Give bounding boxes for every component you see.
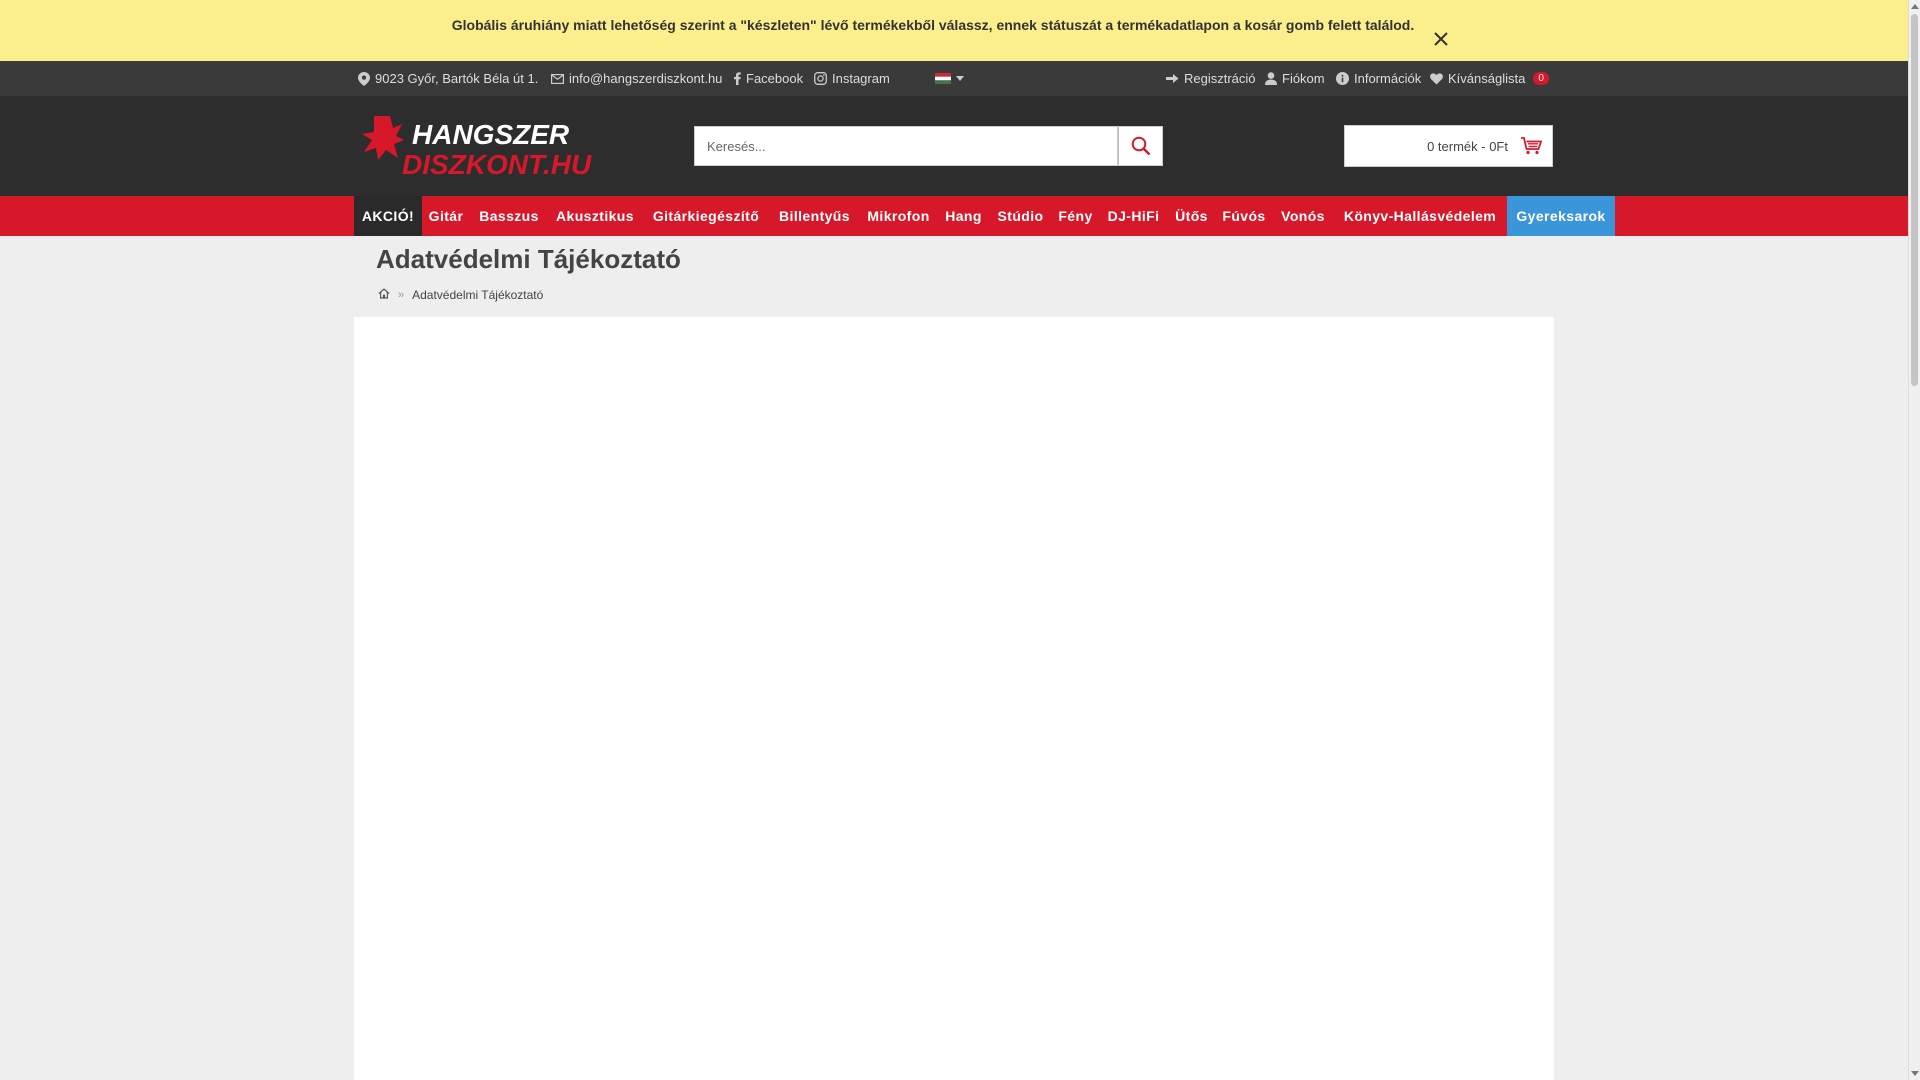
search-icon (1131, 136, 1150, 156)
wishlist-text: Kívánságlista (1448, 71, 1526, 86)
nav-item-feny[interactable]: Fény (1052, 196, 1099, 236)
nav-item-studio[interactable]: Stúdio (989, 196, 1052, 236)
cart-button[interactable]: 0 termék - 0Ft (1344, 125, 1553, 167)
caret-down-icon (956, 76, 964, 81)
nav-item-billentyus[interactable]: Billentyűs (770, 196, 859, 236)
info-circle-icon (1336, 72, 1349, 85)
nav-item-basszus[interactable]: Basszus (470, 196, 548, 236)
scroll-thumb[interactable] (1911, 14, 1918, 386)
nav-item-mikrofon[interactable]: Mikrofon (859, 196, 938, 236)
sign-in-arrow-icon (1166, 74, 1179, 83)
search-input[interactable] (694, 126, 1118, 166)
instagram-text: Instagram (832, 71, 890, 86)
facebook-icon (734, 72, 741, 85)
email-text: info@hangszerdiszkont.hu (569, 71, 723, 86)
nav-item-akcio[interactable]: AKCIÓ! (354, 196, 422, 236)
facebook-text: Facebook (746, 71, 804, 86)
page-scrollbar[interactable] (1908, 0, 1920, 1080)
instagram-icon (814, 72, 827, 85)
nav-item-vonos[interactable]: Vonós (1273, 196, 1333, 236)
site-logo[interactable]: HANGSZER DISZKONT.HU (360, 114, 670, 180)
page-title: Adatvédelmi Tájékoztató (376, 244, 681, 274)
category-nav: AKCIÓ! Gitár Basszus Akusztikus Gitárkie… (0, 196, 1908, 236)
breadcrumb-separator: » (398, 289, 405, 301)
language-selector[interactable] (935, 61, 964, 96)
info-text: Információk (1354, 71, 1422, 86)
breadcrumb-current: Adatvédelmi Tájékoztató (412, 288, 544, 302)
facebook-link[interactable]: Facebook (734, 61, 803, 96)
address-text: 9023 Győr, Bartók Béla út 1. (375, 71, 539, 86)
nav-item-gitar[interactable]: Gitár (422, 196, 470, 236)
hungarian-flag-icon (935, 73, 951, 84)
cart-icon (1521, 137, 1542, 155)
nav-item-utos[interactable]: Ütős (1168, 196, 1215, 236)
wishlist-link[interactable]: Kívánságlista 0 (1430, 61, 1549, 96)
scroll-up-arrow-icon[interactable] (1911, 4, 1919, 9)
top-bar: 9023 Győr, Bartók Béla út 1. info@hangsz… (0, 61, 1908, 96)
map-marker-icon (358, 71, 370, 86)
scroll-down-arrow-icon[interactable] (1911, 1071, 1919, 1076)
email-link[interactable]: info@hangszerdiszkont.hu (551, 61, 722, 96)
close-icon[interactable] (1430, 28, 1452, 50)
register-text: Regisztráció (1184, 71, 1256, 86)
main-content (354, 317, 1554, 1080)
search-button[interactable] (1118, 126, 1163, 166)
address-link[interactable]: 9023 Győr, Bartók Béla út 1. (358, 61, 538, 96)
nav-item-hang[interactable]: Hang (938, 196, 989, 236)
nav-item-akusztikus[interactable]: Akusztikus (548, 196, 642, 236)
account-text: Fiókom (1282, 71, 1325, 86)
logo-line1: HANGSZER (412, 119, 570, 150)
logo-line2: DISZKONT.HU (402, 149, 592, 178)
envelope-icon (551, 73, 564, 84)
heart-icon (1430, 72, 1443, 84)
nav-item-gitarkiegeszito[interactable]: Gitárkiegészítő (642, 196, 770, 236)
home-icon[interactable] (378, 288, 390, 302)
account-link[interactable]: Fiókom (1265, 61, 1325, 96)
user-icon (1265, 72, 1277, 85)
breadcrumb: » Adatvédelmi Tájékoztató (378, 288, 543, 302)
site-header: HANGSZER DISZKONT.HU 0 termék - 0Ft (0, 96, 1908, 196)
nav-item-dj-hifi[interactable]: DJ-HiFi (1099, 196, 1168, 236)
notice-text: Globális áruhiány miatt lehetőség szerin… (451, 17, 1415, 33)
info-link[interactable]: Információk (1336, 61, 1421, 96)
register-link[interactable]: Regisztráció (1166, 61, 1256, 96)
wishlist-count-badge: 0 (1533, 72, 1549, 85)
cart-summary: 0 termék - 0Ft (1427, 138, 1508, 154)
notice-bar: Globális áruhiány miatt lehetőség szerin… (0, 0, 1908, 61)
nav-item-fuvos[interactable]: Fúvós (1215, 196, 1273, 236)
nav-item-gyereksarok[interactable]: Gyereksarok (1507, 196, 1615, 236)
instagram-link[interactable]: Instagram (814, 61, 890, 96)
nav-item-konyv-hallasvedelem[interactable]: Könyv-Hallásvédelem (1333, 196, 1507, 236)
